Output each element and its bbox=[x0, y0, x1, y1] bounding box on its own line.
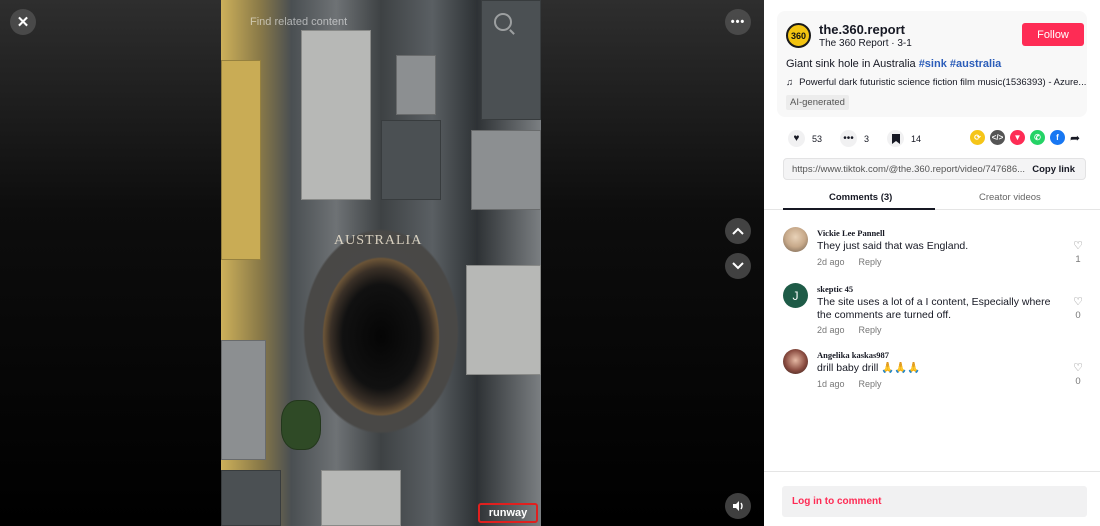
comment-text: drill baby drill 🙏🙏🙏 bbox=[817, 362, 921, 374]
like-button[interactable]: ♥ 53 bbox=[788, 130, 822, 147]
video-caption: Giant sink hole in Australia #sink #aust… bbox=[786, 58, 1001, 70]
hashtag-sink[interactable]: #sink bbox=[919, 58, 947, 70]
building-shape bbox=[396, 55, 436, 115]
avatar[interactable] bbox=[783, 227, 808, 252]
bookmark-icon bbox=[887, 130, 905, 147]
like-count: 53 bbox=[812, 133, 823, 144]
comment-count: 3 bbox=[864, 133, 870, 144]
reply-button[interactable]: Reply bbox=[859, 257, 882, 267]
building-shape bbox=[221, 340, 266, 460]
login-to-comment-button[interactable]: Log in to comment bbox=[782, 486, 1087, 517]
avatar[interactable] bbox=[783, 349, 808, 374]
tab-comments[interactable]: Comments (3) bbox=[829, 192, 892, 203]
chevron-down-icon[interactable] bbox=[725, 253, 751, 279]
building-shape bbox=[221, 470, 281, 526]
send-icon[interactable]: ▼ bbox=[1010, 130, 1025, 145]
avatar[interactable]: 360 bbox=[786, 23, 811, 48]
reply-button[interactable]: Reply bbox=[859, 325, 882, 335]
more-icon[interactable]: ••• bbox=[725, 9, 751, 35]
comment-author[interactable]: Vickie Lee Pannell bbox=[817, 228, 885, 238]
follow-button[interactable]: Follow bbox=[1022, 23, 1084, 46]
music-link[interactable]: ♫ Powerful dark futuristic science fictio… bbox=[786, 77, 1086, 88]
video-url: https://www.tiktok.com/@the.360.report/v… bbox=[792, 164, 1026, 175]
tab-bar: Comments (3) Creator videos bbox=[764, 190, 1100, 210]
embed-icon[interactable]: </> bbox=[990, 130, 1005, 145]
watermark: runway bbox=[478, 503, 538, 523]
ai-generated-badge: AI-generated bbox=[786, 95, 849, 110]
heart-outline-icon: ♡ bbox=[1073, 296, 1083, 308]
building-shape bbox=[301, 30, 371, 200]
comment-author[interactable]: skeptic 45 bbox=[817, 284, 853, 294]
copy-link-button[interactable]: Copy link bbox=[1032, 164, 1075, 175]
reply-button[interactable]: Reply bbox=[859, 379, 882, 389]
save-button[interactable]: 14 bbox=[887, 130, 921, 147]
comment-age: 2d ago bbox=[817, 257, 845, 267]
video-frame[interactable] bbox=[221, 0, 541, 526]
caption-text: Giant sink hole in Australia bbox=[786, 58, 919, 70]
whatsapp-icon[interactable]: ✆ bbox=[1030, 130, 1045, 145]
comment-like-button[interactable]: ♡ 0 bbox=[1071, 295, 1085, 321]
video-overlay-title: AUSTRALIA bbox=[334, 233, 423, 248]
comment-item: Vickie Lee Pannell They just said that w… bbox=[783, 227, 1083, 272]
video-player[interactable]: Find related content AUSTRALIA runway ✕ … bbox=[0, 0, 764, 526]
building-shape bbox=[466, 265, 541, 375]
facebook-icon[interactable]: f bbox=[1050, 130, 1065, 145]
author-card: 360 the.360.report The 360 Report · 3-1 … bbox=[777, 11, 1087, 117]
music-note-icon: ♫ bbox=[786, 77, 794, 88]
repost-icon[interactable]: ⟳ bbox=[970, 130, 985, 145]
avatar[interactable]: J bbox=[783, 283, 808, 308]
search-icon[interactable] bbox=[494, 13, 512, 31]
comment-item: Angelika kaskas987 drill baby drill 🙏🙏🙏 … bbox=[783, 349, 1083, 394]
comment-item: J skeptic 45 The site uses a lot of a I … bbox=[783, 283, 1083, 338]
building-shape bbox=[381, 120, 441, 200]
share-icon[interactable]: ➦ bbox=[1070, 131, 1080, 145]
comment-like-button[interactable]: ♡ 0 bbox=[1071, 361, 1085, 387]
heart-icon: ♥ bbox=[788, 130, 805, 147]
find-related-content[interactable]: Find related content bbox=[250, 16, 347, 28]
comment-text: The site uses a lot of a I content, Espe… bbox=[817, 296, 1051, 321]
share-row: ⟳ </> ▼ ✆ f ➦ bbox=[970, 130, 1080, 145]
comment-like-count: 0 bbox=[1075, 310, 1081, 321]
author-username[interactable]: the.360.report bbox=[819, 22, 905, 37]
building-shape bbox=[471, 130, 541, 210]
engagement-stats: ♥ 53 ••• 3 14 bbox=[788, 130, 939, 147]
building-shape bbox=[321, 470, 401, 526]
save-count: 14 bbox=[911, 133, 922, 144]
comment-like-count: 0 bbox=[1075, 376, 1081, 387]
comment-age: 1d ago bbox=[817, 379, 845, 389]
comment-like-count: 1 bbox=[1075, 254, 1081, 265]
comment-meta: 1d ago Reply bbox=[817, 379, 882, 389]
comment-meta: 2d ago Reply bbox=[817, 325, 882, 335]
close-icon[interactable]: ✕ bbox=[10, 9, 36, 35]
building-shape bbox=[221, 60, 261, 260]
volume-icon[interactable] bbox=[725, 493, 751, 519]
video-link-box: https://www.tiktok.com/@the.360.report/v… bbox=[783, 158, 1086, 180]
hashtag-australia[interactable]: #australia bbox=[950, 58, 1001, 70]
comment-text: They just said that was England. bbox=[817, 240, 969, 252]
comment-like-button[interactable]: ♡ 1 bbox=[1071, 239, 1085, 265]
comment-icon: ••• bbox=[840, 130, 858, 147]
heart-outline-icon: ♡ bbox=[1073, 362, 1083, 374]
music-title: Powerful dark futuristic science fiction… bbox=[799, 77, 1087, 88]
tab-creator-videos[interactable]: Creator videos bbox=[979, 192, 1041, 203]
comment-meta: 2d ago Reply bbox=[817, 257, 882, 267]
heart-outline-icon: ♡ bbox=[1073, 240, 1083, 252]
comment-input-bar: Log in to comment bbox=[764, 471, 1100, 526]
active-tab-indicator bbox=[783, 208, 935, 210]
chevron-up-icon[interactable] bbox=[725, 218, 751, 244]
details-panel: 360 the.360.report The 360 Report · 3-1 … bbox=[764, 0, 1100, 526]
comment-age: 2d ago bbox=[817, 325, 845, 335]
comment-author[interactable]: Angelika kaskas987 bbox=[817, 350, 889, 360]
comment-button[interactable]: ••• 3 bbox=[840, 130, 869, 147]
tree-shape bbox=[281, 400, 321, 450]
author-subtitle: The 360 Report · 3-1 bbox=[819, 38, 912, 49]
